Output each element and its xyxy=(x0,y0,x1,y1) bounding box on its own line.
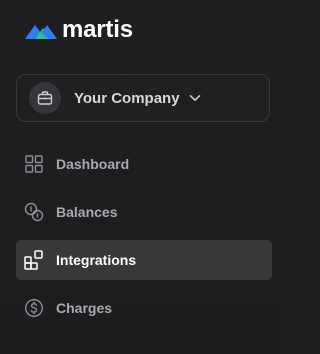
integrations-icon xyxy=(24,250,44,270)
sidebar-item-label: Integrations xyxy=(56,252,137,268)
sidebar-item-label: Balances xyxy=(56,204,118,220)
sidebar-item-balances[interactable]: Balances xyxy=(16,192,272,232)
sidebar-item-dashboard[interactable]: Dashboard xyxy=(16,144,272,184)
company-selector[interactable]: Your Company xyxy=(16,74,270,122)
sidebar-item-label: Dashboard xyxy=(56,156,130,172)
company-avatar xyxy=(29,82,61,114)
brand-logo[interactable]: martis xyxy=(24,16,133,44)
chevron-down-icon[interactable] xyxy=(189,94,201,102)
sidebar-item-charges[interactable]: Charges xyxy=(16,288,272,328)
sidebar: martis Your Company Dashboard Balances I… xyxy=(0,0,286,354)
sidebar-item-integrations[interactable]: Integrations xyxy=(16,240,272,280)
sidebar-nav: Dashboard Balances Integrations Charges xyxy=(16,144,272,336)
brand-name: martis xyxy=(62,16,133,43)
briefcase-icon xyxy=(37,91,53,105)
grid-icon xyxy=(24,154,44,174)
mountain-logo-icon xyxy=(25,25,57,39)
coins-icon xyxy=(24,202,44,222)
dollar-circle-icon xyxy=(24,298,44,318)
sidebar-item-label: Charges xyxy=(56,300,113,316)
company-name: Your Company xyxy=(74,89,180,107)
